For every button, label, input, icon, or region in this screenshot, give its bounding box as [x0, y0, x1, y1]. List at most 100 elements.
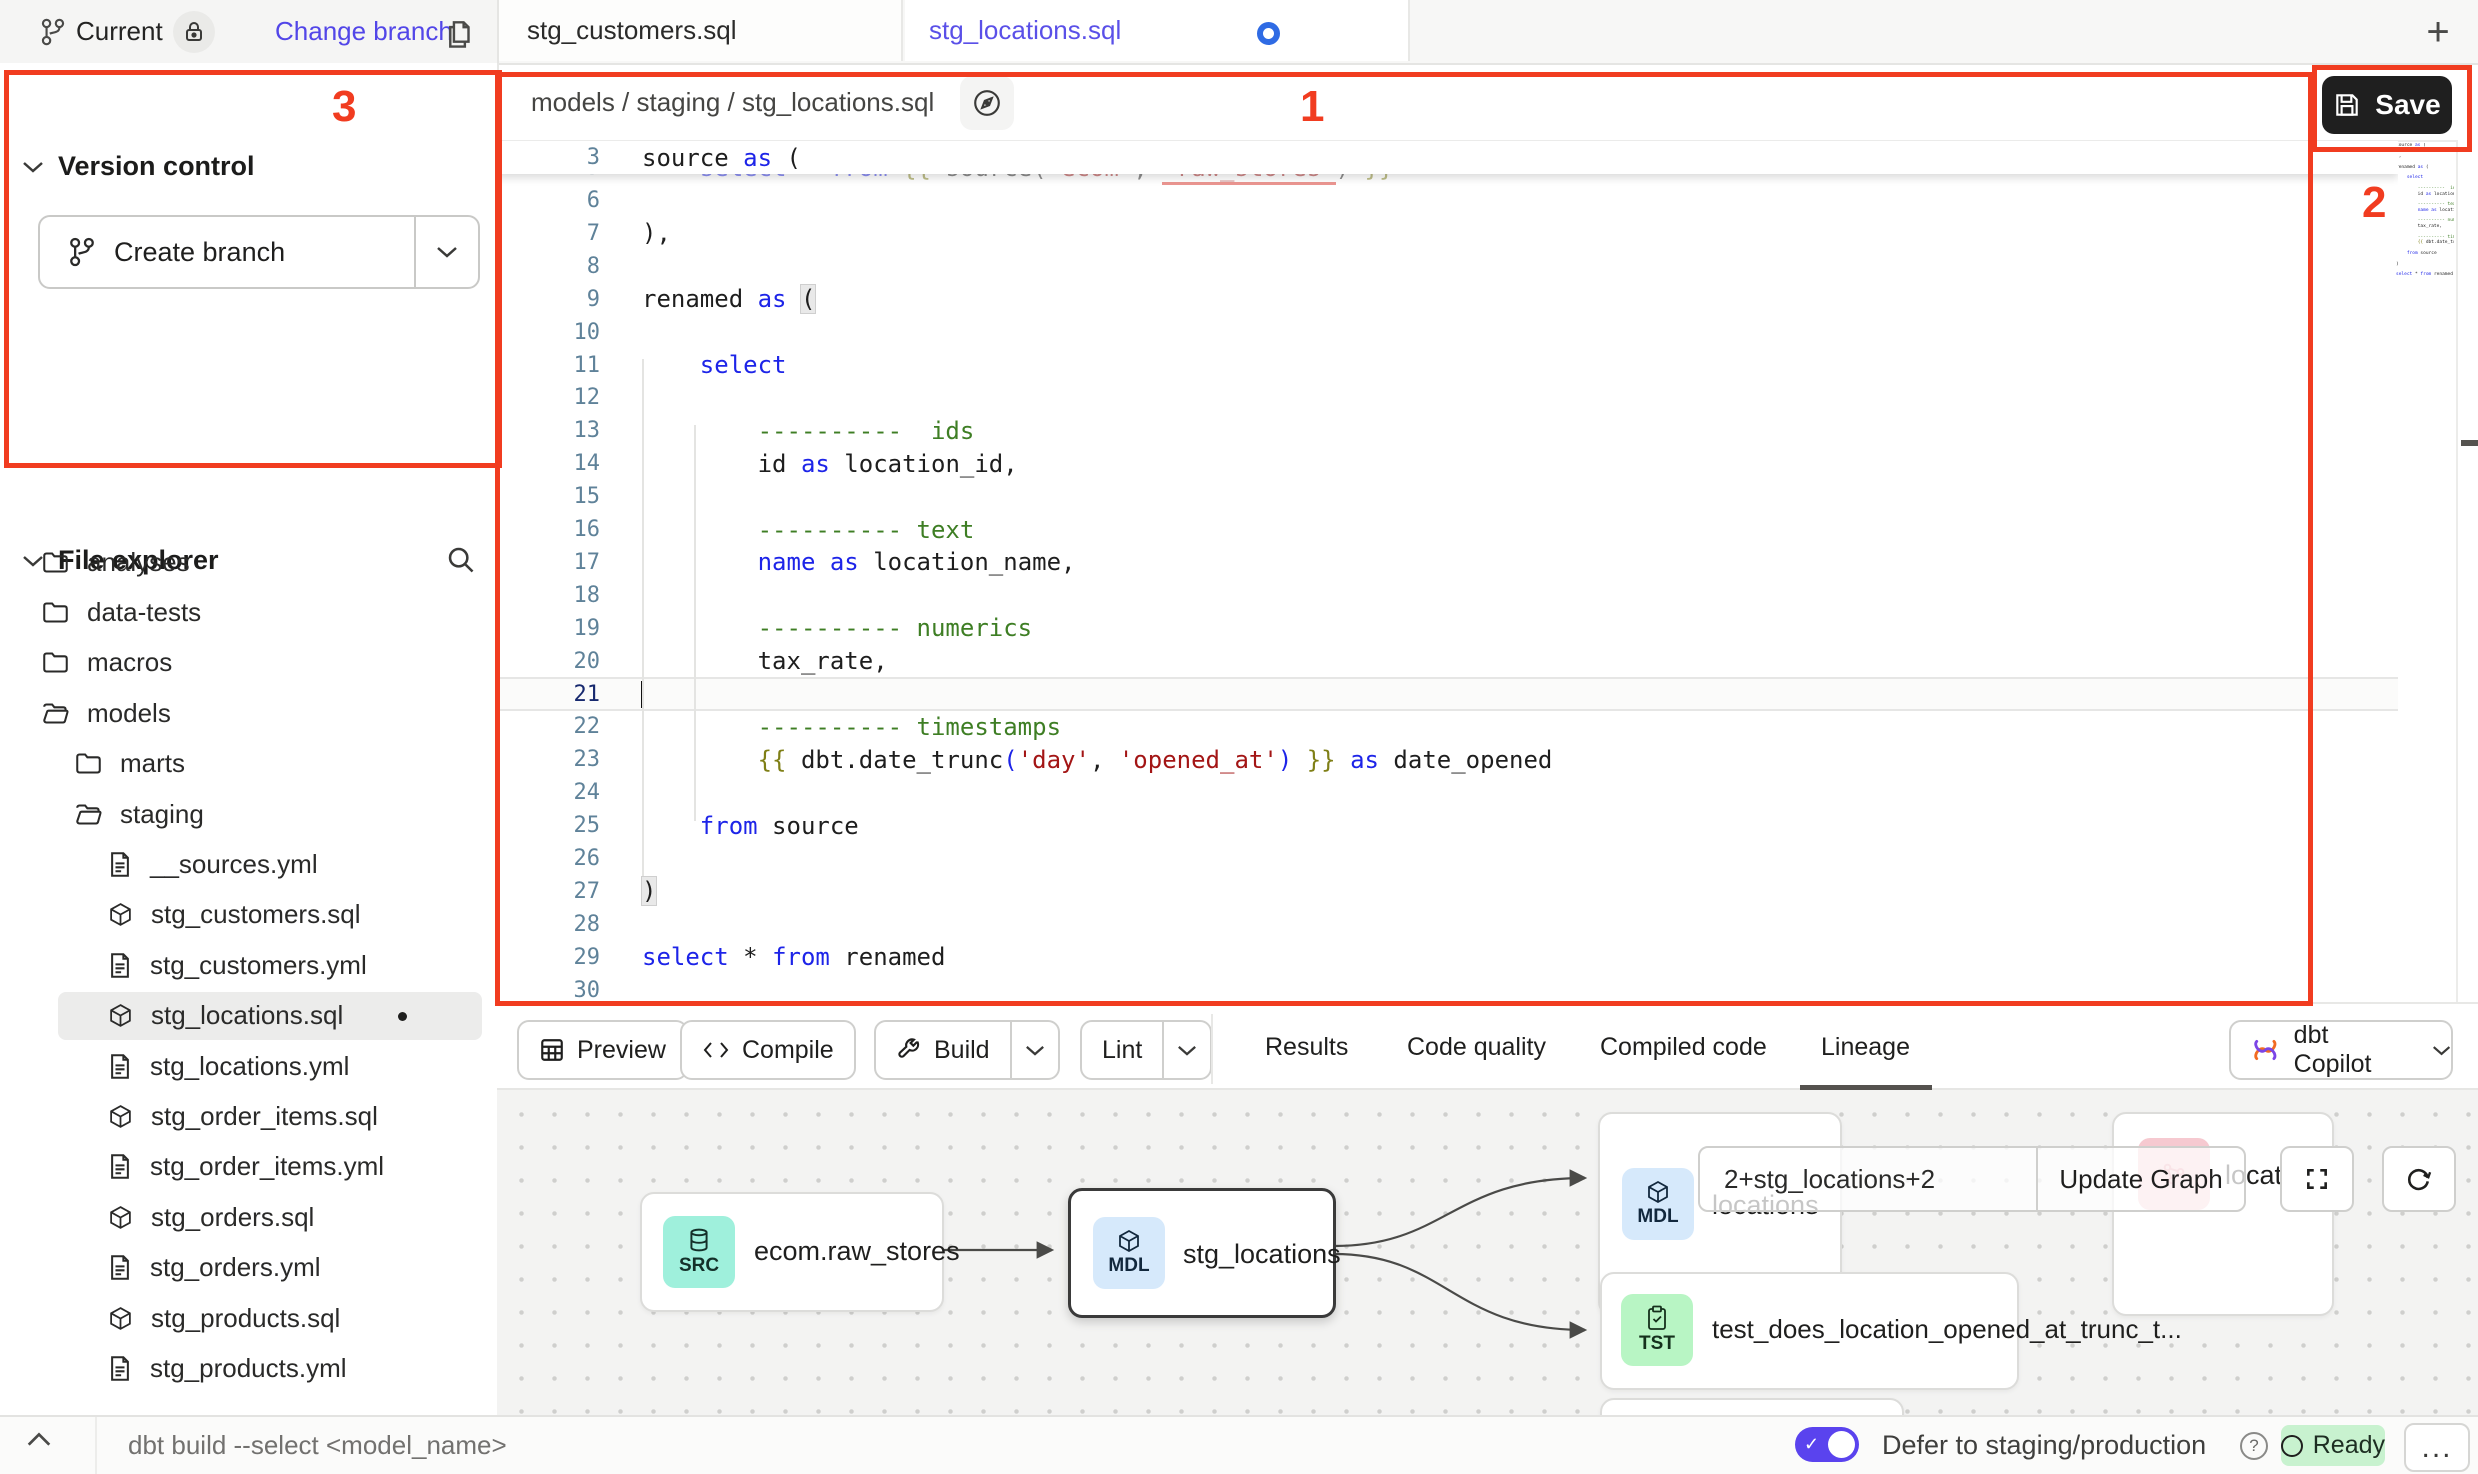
- tab-code-quality[interactable]: Code quality: [1407, 1004, 1546, 1090]
- folder-icon: [42, 650, 69, 675]
- help-icon[interactable]: ?: [2240, 1432, 2268, 1460]
- create-branch-dropdown[interactable]: [416, 245, 478, 259]
- file-item-label: staging: [120, 799, 204, 830]
- tab-results[interactable]: Results: [1265, 1004, 1348, 1090]
- copy-icon[interactable]: [444, 15, 476, 49]
- line-number: 13: [497, 418, 600, 443]
- line-number: 16: [497, 517, 600, 542]
- chevron-up-icon[interactable]: [26, 1431, 52, 1447]
- divider: [95, 1417, 97, 1474]
- change-branch-link[interactable]: Change branch: [275, 0, 453, 63]
- file-item-models[interactable]: models: [0, 688, 497, 738]
- file-item-label: marts: [120, 748, 185, 779]
- file-item-stg-customers-yml[interactable]: stg_customers.yml: [0, 940, 497, 990]
- dbt-copilot-button[interactable]: dbt Copilot: [2229, 1020, 2453, 1080]
- file-item-label: stg_locations.yml: [150, 1051, 349, 1082]
- file-item-label: macros: [87, 647, 172, 678]
- file-item-label: analyses: [87, 547, 190, 578]
- defer-toggle[interactable]: ✓: [1795, 1427, 1859, 1462]
- panel-resize-handle[interactable]: [2461, 440, 2478, 446]
- file-icon: [108, 851, 132, 878]
- code-line: 7),: [497, 217, 2398, 250]
- more-options-button[interactable]: ...: [2404, 1423, 2470, 1472]
- code-line: 16 ---------- text: [497, 513, 2398, 546]
- minimap-line: id as location_id,: [2396, 192, 2454, 197]
- file-item-stg-locations-sql[interactable]: stg_locations.sql: [0, 991, 497, 1041]
- divider: [2456, 141, 2458, 1002]
- code-line: 13 ---------- ids: [497, 414, 2398, 447]
- lint-button[interactable]: Lint: [1080, 1020, 1212, 1080]
- save-button[interactable]: Save: [2322, 76, 2452, 134]
- lineage-node-test[interactable]: TST test_does_location_opened_at_trunc_t…: [1600, 1272, 2019, 1390]
- file-item-stg-orders-sql[interactable]: stg_orders.sql: [0, 1192, 497, 1242]
- current-branch[interactable]: Current: [40, 0, 215, 63]
- compile-label: Compile: [742, 1036, 834, 1065]
- file-item--sources-yml[interactable]: __sources.yml: [0, 839, 497, 889]
- build-button[interactable]: Build: [874, 1020, 1060, 1080]
- file-item-stg-products-yml[interactable]: stg_products.yml: [0, 1343, 497, 1393]
- file-item-stg-order-items-yml[interactable]: stg_order_items.yml: [0, 1142, 497, 1192]
- copilot-logo-icon: [2251, 1035, 2280, 1065]
- file-item-macros[interactable]: macros: [0, 638, 497, 688]
- copilot-icon[interactable]: [960, 76, 1014, 130]
- save-label: Save: [2375, 89, 2440, 121]
- file-item-stg-orders-yml[interactable]: stg_orders.yml: [0, 1243, 497, 1293]
- model-icon: [108, 1003, 133, 1028]
- line-number: 14: [497, 451, 600, 476]
- version-control-header[interactable]: Version control: [22, 151, 255, 182]
- refresh-button[interactable]: [2382, 1146, 2456, 1212]
- code-line: 28: [497, 908, 2398, 941]
- line-number: 22: [497, 714, 600, 739]
- build-dropdown[interactable]: [1012, 1022, 1058, 1078]
- new-tab-button[interactable]: +: [2416, 10, 2460, 54]
- chevron-down-icon: [2432, 1044, 2451, 1057]
- update-graph-button[interactable]: Update Graph: [2036, 1148, 2244, 1210]
- status-badge[interactable]: Ready: [2281, 1425, 2385, 1466]
- lineage-node-pink[interactable]: locations: [2112, 1112, 2334, 1316]
- folder-icon: [42, 550, 69, 575]
- lineage-node-stg-locations[interactable]: MDL stg_locations: [1068, 1188, 1336, 1318]
- current-branch-label: Current: [76, 16, 163, 47]
- model-icon: [108, 1306, 133, 1331]
- sidebar: Version control Create branch File explo…: [0, 63, 499, 1415]
- line-number: 26: [497, 846, 600, 871]
- code-line: 30: [497, 974, 2398, 1002]
- tab-stg-locations[interactable]: stg_locations.sql: [905, 0, 1410, 61]
- fullscreen-icon: [2304, 1166, 2330, 1192]
- code-line: 27): [497, 875, 2398, 908]
- tab-compiled-code[interactable]: Compiled code: [1600, 1004, 1767, 1090]
- code-line: 10: [497, 316, 2398, 349]
- tab-stg-customers[interactable]: stg_customers.sql: [499, 0, 903, 61]
- code-editor[interactable]: 5 select * from {{ source('ecom', 'raw_s…: [497, 141, 2398, 1002]
- file-item-data-tests[interactable]: data-tests: [0, 587, 497, 637]
- code-line: 23 {{ dbt.date_trunc('day', 'opened_at')…: [497, 743, 2398, 776]
- lineage-filter-input[interactable]: 2+stg_locations+2: [1700, 1148, 2036, 1210]
- file-item-stg-customers-sql[interactable]: stg_customers.sql: [0, 890, 497, 940]
- dbt-cloud-ide: Current Change branch stg_customers.sql …: [0, 0, 2478, 1474]
- create-branch-button[interactable]: Create branch: [38, 215, 480, 289]
- file-item-analyses[interactable]: analyses: [0, 537, 497, 587]
- file-item-stg-order-items-sql[interactable]: stg_order_items.sql: [0, 1091, 497, 1141]
- lineage-canvas[interactable]: SRC ecom.raw_stores MDL stg_locations MD…: [497, 1090, 2478, 1415]
- preview-button[interactable]: Preview: [517, 1020, 688, 1080]
- file-item-stg-locations-yml[interactable]: stg_locations.yml: [0, 1041, 497, 1091]
- tab-lineage[interactable]: Lineage: [1821, 1004, 1910, 1090]
- fullscreen-button[interactable]: [2280, 1146, 2354, 1212]
- compile-button[interactable]: Compile: [680, 1020, 856, 1080]
- file-item-staging[interactable]: staging: [0, 789, 497, 839]
- code-line: 15: [497, 480, 2398, 513]
- line-number: 27: [497, 879, 600, 904]
- file-item-label: stg_products.sql: [151, 1303, 340, 1334]
- command-input[interactable]: dbt build --select <model_name>: [128, 1417, 507, 1474]
- lineage-node-source[interactable]: SRC ecom.raw_stores: [640, 1192, 944, 1312]
- file-item-marts[interactable]: marts: [0, 739, 497, 789]
- code-text: select * from renamed: [642, 943, 945, 971]
- editor-minimap[interactable]: source as (),renamed as ( select -------…: [2396, 143, 2454, 303]
- file-item-label: stg_products.yml: [150, 1353, 347, 1384]
- file-item-stg-products-sql[interactable]: stg_products.sql: [0, 1293, 497, 1343]
- folder-icon: [42, 600, 69, 625]
- src-badge: SRC: [663, 1216, 735, 1288]
- lineage-node-partial[interactable]: [1600, 1398, 1904, 1415]
- lint-dropdown[interactable]: [1164, 1022, 1210, 1078]
- line-number: 24: [497, 780, 600, 805]
